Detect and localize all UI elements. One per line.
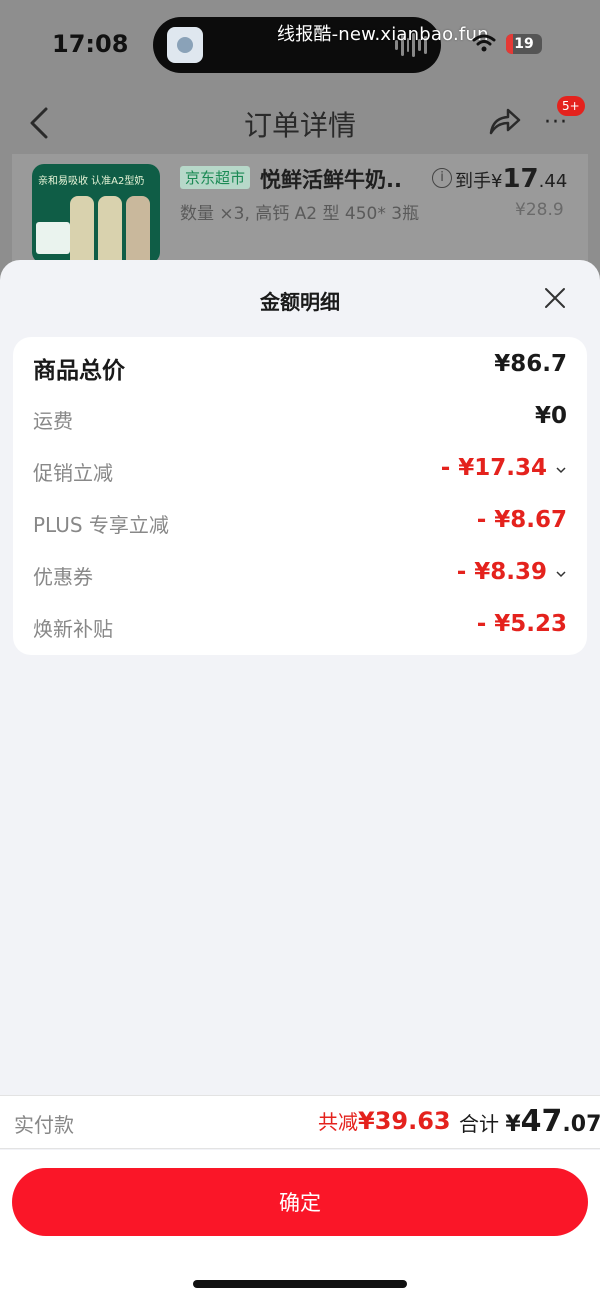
total-bar: 实付款 共减¥39.63 合计 ¥47.07: [0, 1095, 600, 1149]
promo-sticker: [36, 222, 70, 254]
amount-detail-sheet: 金额明细 商品总价 ¥86.7 运费 ¥0 促销立减 - ¥17.34 PLUS…: [0, 260, 600, 1300]
original-price: ¥28.9: [515, 200, 564, 220]
product-name: 悦鲜活鲜牛奶..: [260, 168, 402, 192]
milk-bottle: [70, 196, 94, 264]
status-bar: 17:08 线报酷-new.xianbao.fun 19: [0, 0, 600, 90]
product-image: 亲和易吸收 认准A2型奶: [32, 164, 160, 264]
confirm-button[interactable]: 确定: [12, 1168, 588, 1236]
final-price: 到手¥17.44: [455, 164, 567, 194]
info-icon[interactable]: i: [432, 168, 452, 188]
sheet-title: 金额明细: [260, 290, 340, 314]
status-time: 17:08: [52, 30, 129, 58]
product-spec: 数量 ×3, 高钙 A2 型 450* 3瓶: [180, 204, 420, 224]
final-price-label: 到手: [455, 171, 491, 192]
row-coupon[interactable]: 优惠券 - ¥8.39: [13, 555, 587, 595]
plus-discount-label: PLUS 专享立减: [33, 513, 169, 537]
close-icon[interactable]: [544, 287, 566, 309]
coupon-label: 优惠券: [33, 565, 93, 589]
message-badge: 5+: [557, 96, 585, 116]
final-price-integer: 17: [502, 164, 539, 194]
shipping-value: ¥0: [534, 403, 567, 429]
model-figure: [126, 196, 150, 264]
home-indicator[interactable]: [193, 1280, 407, 1288]
row-plus-discount: PLUS 专享立减 - ¥8.67: [13, 503, 587, 543]
total-sum: 合计 ¥47.07: [459, 1104, 600, 1139]
row-goods-total: 商品总价 ¥86.7: [13, 347, 587, 387]
share-icon[interactable]: [488, 106, 522, 136]
watermark-text: 线报酷-new.xianbao.fun: [277, 24, 489, 45]
reduction-label: 共减: [318, 1110, 358, 1134]
plus-discount-value: - ¥8.67: [476, 507, 567, 533]
promo-discount-label: 促销立减: [33, 461, 113, 485]
trade-in-subsidy-label: 焕新补贴: [33, 617, 113, 641]
bottom-action-area: 确定: [0, 1150, 600, 1300]
final-price-yen: ¥: [491, 171, 503, 192]
goods-total-label: 商品总价: [33, 358, 125, 384]
row-shipping: 运费 ¥0: [13, 399, 587, 439]
chevron-down-icon[interactable]: [555, 568, 567, 580]
sum-yen: ¥: [505, 1112, 521, 1137]
amount-detail-card: 商品总价 ¥86.7 运费 ¥0 促销立减 - ¥17.34 PLUS 专享立减…: [13, 337, 587, 655]
chevron-down-icon[interactable]: [555, 464, 567, 476]
promo-discount-value: - ¥17.34: [440, 455, 547, 481]
wifi-icon: [472, 34, 496, 52]
milk-bottle: [98, 196, 122, 264]
sum-integer: 47: [520, 1104, 563, 1139]
goods-total-value: ¥86.7: [494, 351, 567, 377]
row-trade-in-subsidy: 焕新补贴 - ¥5.23: [13, 607, 587, 647]
trade-in-subsidy-value: - ¥5.23: [476, 611, 567, 637]
paid-label: 实付款: [14, 1113, 74, 1137]
product-card[interactable]: 亲和易吸收 认准A2型奶 京东超市 悦鲜活鲜牛奶.. i 到手¥17.44 ¥2…: [12, 154, 588, 274]
coupon-value: - ¥8.39: [456, 559, 547, 585]
battery-indicator: 19: [506, 34, 542, 54]
battery-percent: 19: [514, 36, 534, 52]
island-app-icon: [167, 27, 203, 63]
row-promo-discount[interactable]: 促销立减 - ¥17.34: [13, 451, 587, 491]
sum-label: 合计: [459, 1112, 499, 1136]
sum-decimal: .07: [562, 1112, 600, 1137]
shipping-label: 运费: [33, 409, 73, 433]
nav-bar: 订单详情 ···: [0, 90, 600, 154]
final-price-decimal: .44: [538, 171, 568, 192]
jd-supermarket-tag: 京东超市: [180, 166, 251, 189]
product-image-banner: 亲和易吸收 认准A2型奶: [38, 176, 145, 187]
total-reduction: 共减¥39.63: [318, 1106, 451, 1135]
reduction-amount: ¥39.63: [358, 1107, 451, 1135]
